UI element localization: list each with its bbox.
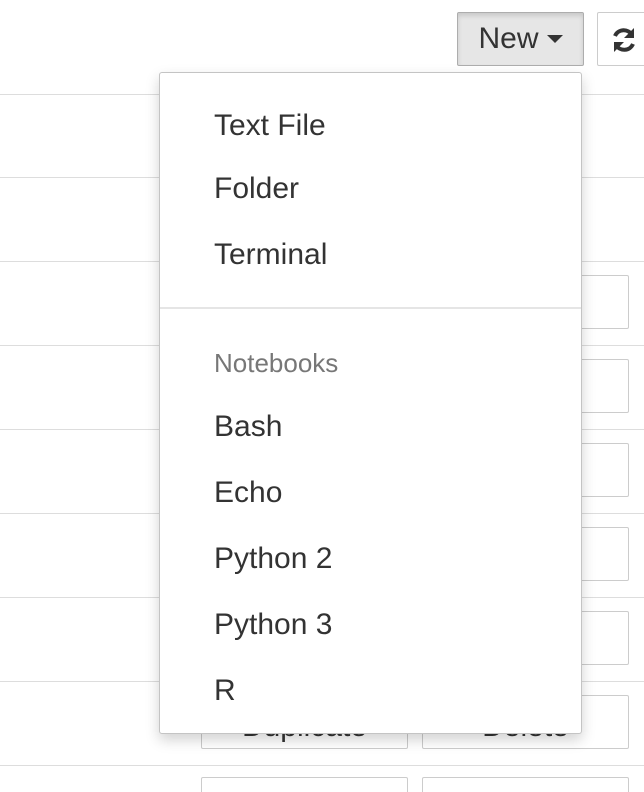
menu-item-terminal[interactable]: Terminal: [160, 227, 581, 283]
menu-divider: [160, 307, 581, 309]
list-row-divider: [0, 765, 644, 766]
menu-item-r[interactable]: R: [160, 663, 581, 719]
menu-item-text-file[interactable]: Text File: [160, 98, 581, 154]
row-action-button[interactable]: [201, 777, 408, 792]
menu-item-bash[interactable]: Bash: [160, 399, 581, 455]
new-button-label: New: [478, 22, 539, 55]
caret-down-icon: [546, 35, 563, 43]
new-dropdown-menu: Text File Folder Terminal Notebooks Bash…: [159, 72, 582, 734]
row-action-button[interactable]: [575, 611, 629, 665]
refresh-button[interactable]: [597, 12, 644, 66]
file-browser-page: Duplicate Delete New Text File Folder Te…: [0, 0, 644, 792]
row-action-button[interactable]: [575, 527, 629, 581]
row-action-button[interactable]: [575, 359, 629, 413]
row-action-button[interactable]: [575, 275, 629, 329]
menu-item-python-2[interactable]: Python 2: [160, 531, 581, 587]
menu-item-python-3[interactable]: Python 3: [160, 597, 581, 653]
row-action-button[interactable]: [575, 443, 629, 497]
menu-item-folder[interactable]: Folder: [160, 161, 581, 217]
row-action-button[interactable]: [422, 777, 629, 792]
new-button[interactable]: New: [457, 12, 584, 66]
notebooks-header: Notebooks: [214, 348, 339, 378]
refresh-icon: [613, 28, 635, 52]
menu-item-echo[interactable]: Echo: [160, 465, 581, 521]
